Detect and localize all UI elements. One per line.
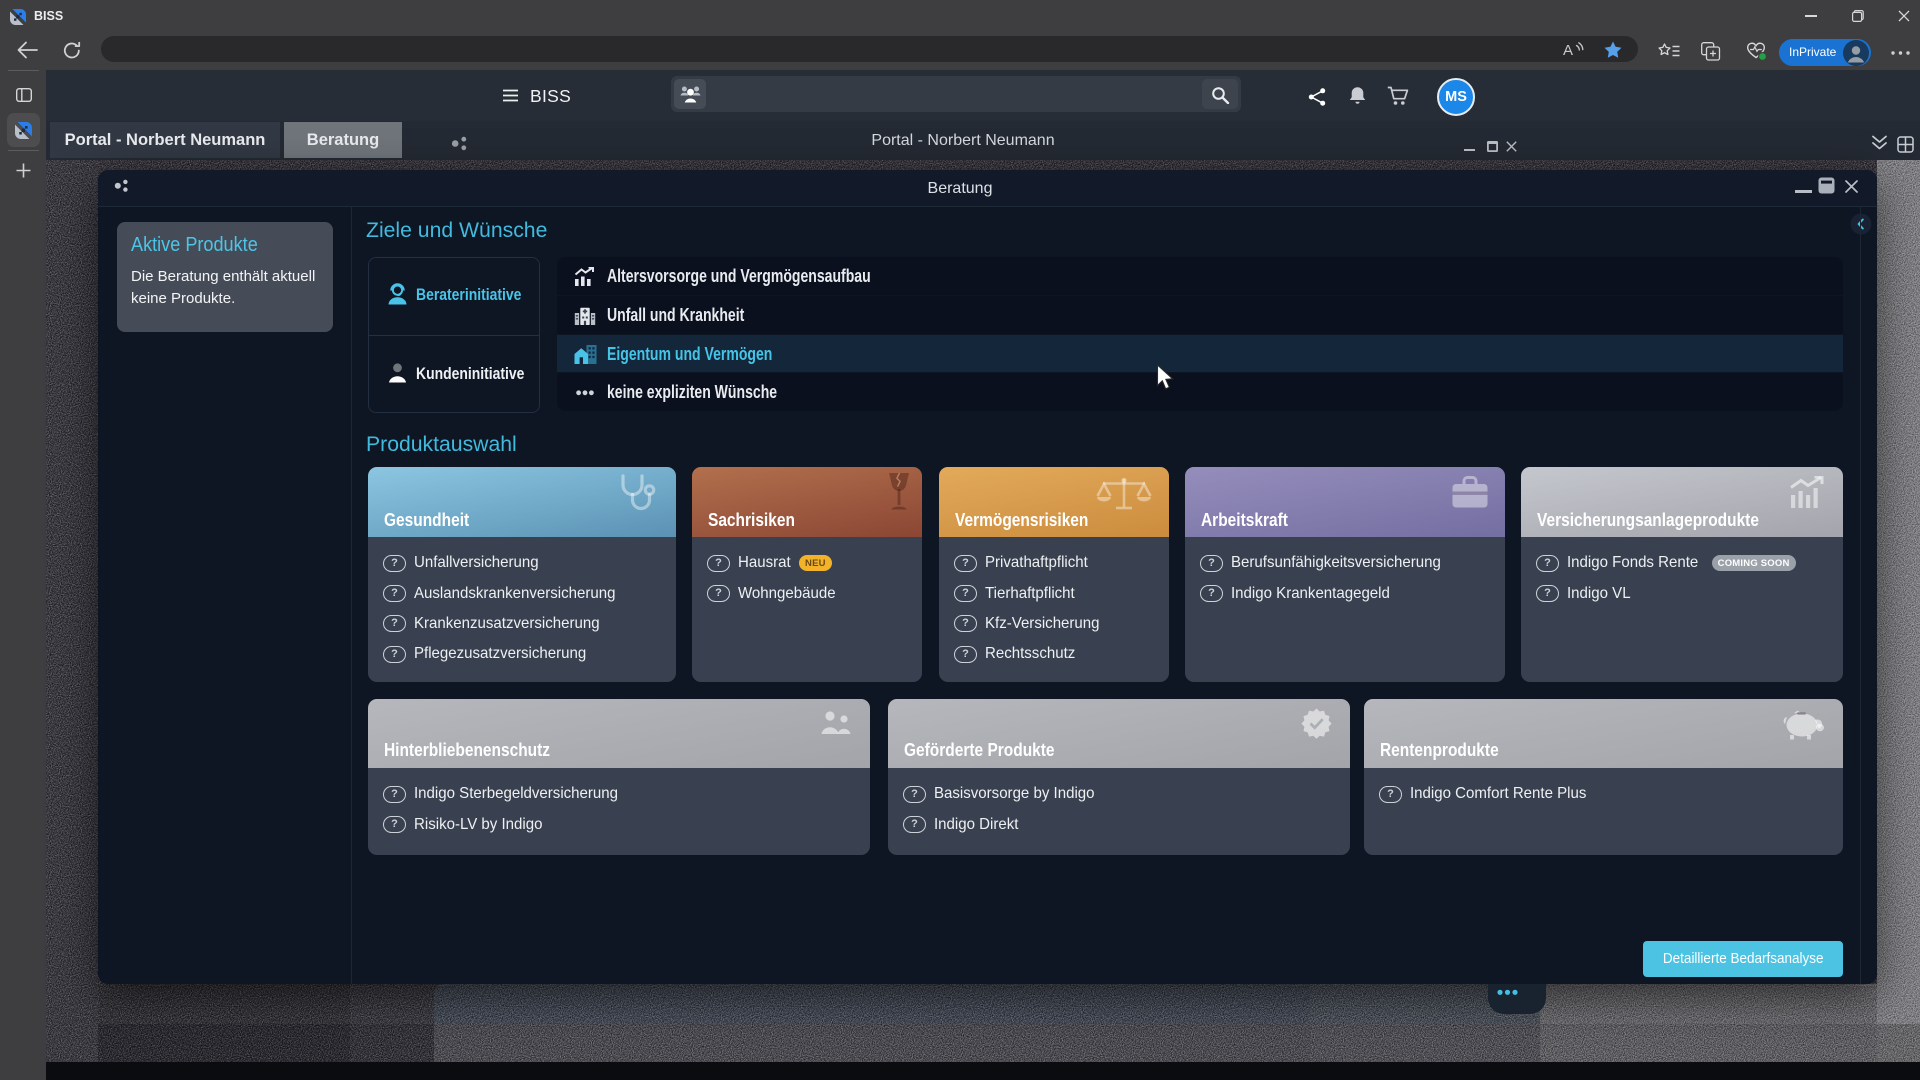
svg-text:A: A	[1563, 42, 1573, 58]
